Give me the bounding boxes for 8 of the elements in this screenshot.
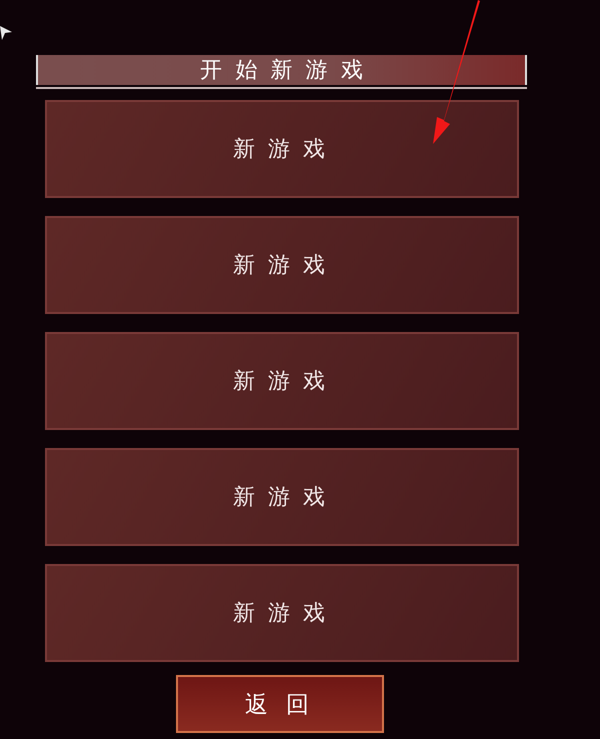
save-slot-button[interactable]: 新游戏 <box>45 100 519 198</box>
save-slot-button[interactable]: 新游戏 <box>45 564 519 662</box>
save-slot-button[interactable]: 新游戏 <box>45 216 519 314</box>
save-slot-button[interactable]: 新游戏 <box>45 448 519 546</box>
back-button[interactable]: 返回 <box>176 675 384 733</box>
screen-title: 开始新游戏 <box>36 55 527 85</box>
save-slot-button[interactable]: 新游戏 <box>45 332 519 430</box>
cursor-icon <box>0 26 12 40</box>
